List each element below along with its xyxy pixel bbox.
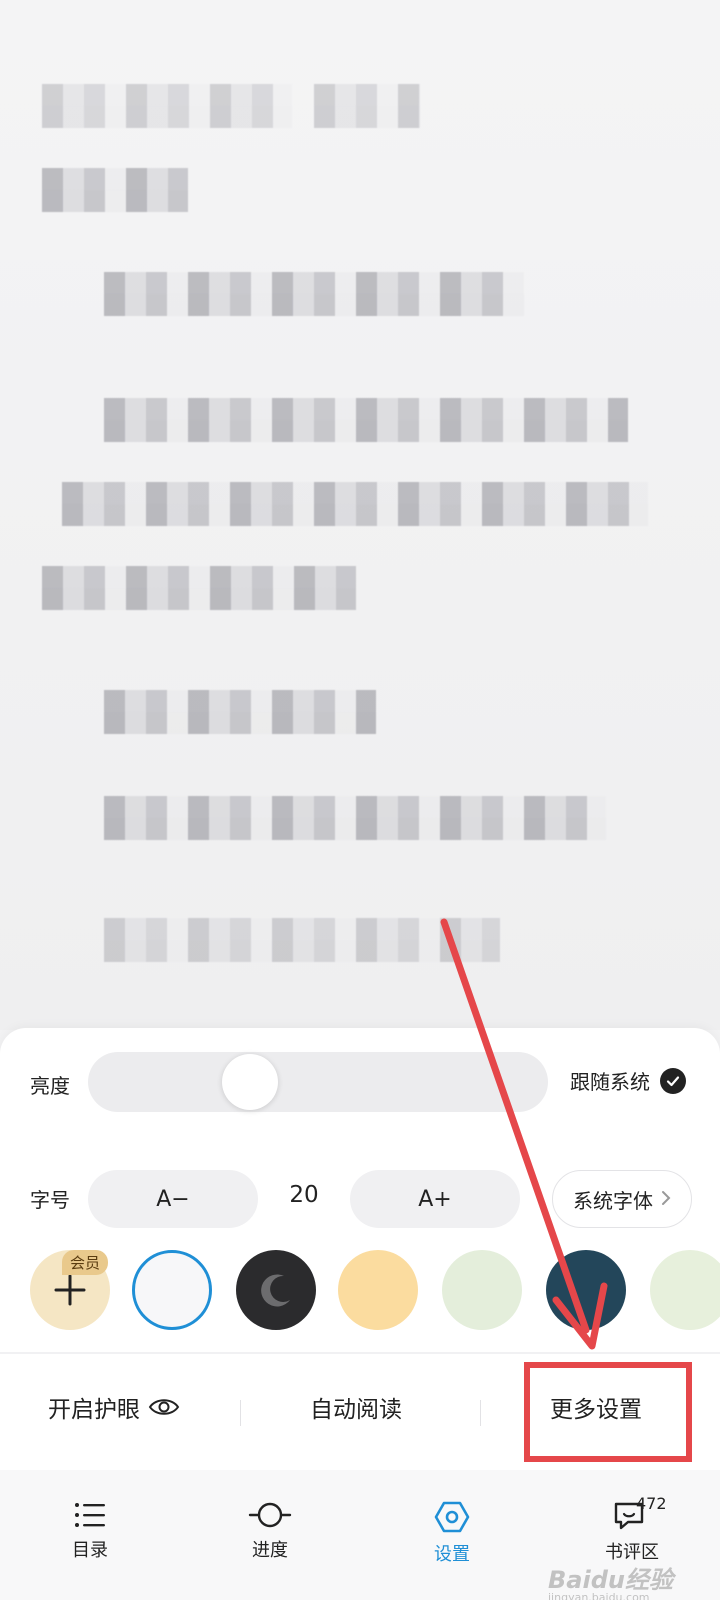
eye-care-button[interactable]: 开启护眼 [48, 1390, 180, 1424]
auto-read-button[interactable]: 自动阅读 [310, 1390, 402, 1424]
censored-text-line [104, 398, 628, 442]
font-size-label: 字号 [30, 1188, 70, 1212]
brightness-slider-handle[interactable] [222, 1054, 278, 1110]
action-separator [240, 1400, 241, 1426]
censored-text-line [42, 566, 356, 610]
nav-item-catalog[interactable]: 目录 [40, 1500, 140, 1562]
nav-label: 目录 [72, 1540, 108, 1561]
auto-read-label: 自动阅读 [310, 1397, 402, 1423]
eye-care-label: 开启护眼 [48, 1397, 140, 1423]
baidu-watermark-logo: Baidu经验 jingyan.baidu.com [548, 1560, 673, 1600]
nav-label: 设置 [434, 1544, 470, 1565]
hexagon-settings-icon [434, 1501, 470, 1533]
censored-text-line [104, 796, 606, 840]
eye-icon [148, 1399, 180, 1415]
chevron-right-icon [661, 1187, 671, 1211]
reader-screen: 亮度 跟随系统 字号 A− 20 A+ 系统字体 会员 开启护眼 自动阅读 更多… [0, 0, 720, 1600]
section-divider [0, 1352, 720, 1354]
censored-text-line [104, 272, 524, 316]
moon-icon [261, 1274, 290, 1307]
font-family-label: 系统字体 [573, 1188, 653, 1213]
brightness-label: 亮度 [30, 1074, 70, 1098]
censored-text-line [104, 918, 500, 962]
vip-badge: 会员 [62, 1250, 109, 1275]
nav-item-settings[interactable]: 设置 [402, 1500, 502, 1566]
watermark-text: Baidu经验 [548, 1566, 673, 1594]
censored-text-line [42, 168, 188, 212]
font-decrease-button[interactable]: A− [88, 1170, 258, 1228]
annotation-highlight-box [524, 1362, 692, 1462]
theme-swatch-light-green[interactable] [650, 1250, 720, 1330]
nav-item-comments[interactable]: 书评区 [582, 1500, 682, 1564]
brightness-slider[interactable] [88, 1052, 548, 1112]
font-increase-button[interactable]: A+ [350, 1170, 520, 1228]
list-icon [75, 1503, 105, 1527]
censored-text-line [314, 84, 420, 128]
follow-system-toggle[interactable]: 跟随系统 [570, 1066, 686, 1095]
check-icon [660, 1067, 686, 1094]
font-family-button[interactable]: 系统字体 [552, 1170, 692, 1228]
censored-text-line [104, 690, 376, 734]
censored-text-line [42, 84, 292, 128]
nav-label: 进度 [252, 1540, 288, 1561]
font-size-value: 20 [289, 1182, 319, 1208]
theme-swatch-green[interactable] [442, 1250, 522, 1330]
theme-swatch-white[interactable] [132, 1250, 212, 1330]
theme-swatch-navy[interactable] [546, 1250, 626, 1330]
nav-item-progress[interactable]: 进度 [220, 1500, 320, 1562]
follow-system-label: 跟随系统 [570, 1070, 650, 1094]
progress-icon [248, 1502, 292, 1528]
theme-swatch-yellow[interactable] [338, 1250, 418, 1330]
comment-count-badge: 472 [636, 1494, 667, 1513]
reading-content-area[interactable] [0, 0, 720, 1030]
censored-text-line [62, 482, 648, 526]
action-separator [480, 1400, 481, 1426]
theme-swatch-dark[interactable] [236, 1250, 316, 1330]
